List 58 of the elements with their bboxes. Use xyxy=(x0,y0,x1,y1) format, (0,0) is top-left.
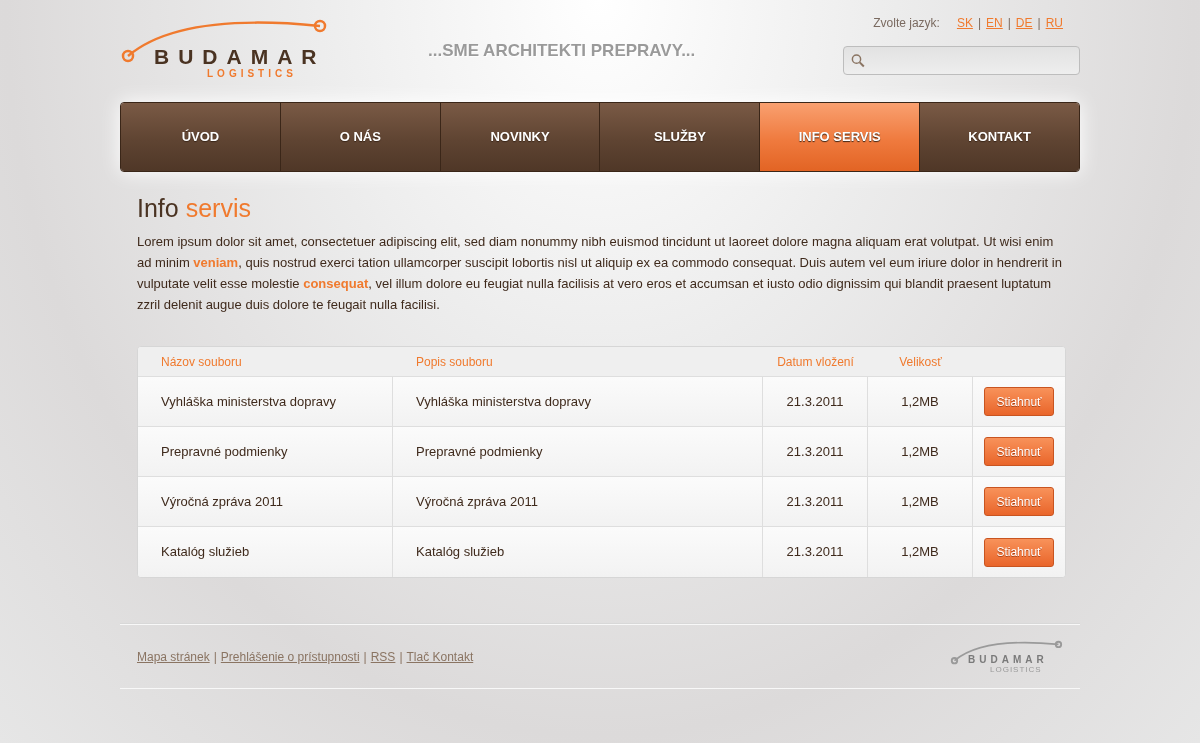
nav-tab[interactable]: SLUŽBY xyxy=(600,103,761,171)
column-header: Datum vložení xyxy=(776,353,855,371)
logo-name: BUDAMAR xyxy=(968,654,1048,665)
table-cell-text: Vyhláška ministerstva dopravy xyxy=(416,392,592,411)
table-cell-text: 21.3.2011 xyxy=(786,442,844,461)
language-link[interactable]: EN xyxy=(986,14,1003,32)
nav-tab[interactable]: ÚVOD xyxy=(121,103,281,171)
separator: | xyxy=(213,648,217,666)
table-cell-text: 1,2MB xyxy=(901,392,939,411)
table-cell-text: 1,2MB xyxy=(901,543,939,562)
nav-tab[interactable]: KONTAKT xyxy=(920,103,1079,171)
table-cell-text: Katalóg služieb xyxy=(161,543,250,562)
column-header: Popis souboru xyxy=(415,353,494,371)
logo[interactable]: BUDAMAR LOGISTICS xyxy=(120,16,330,80)
footer-link[interactable]: Mapa stránek xyxy=(137,647,210,666)
table-cell-text: Výročná zpráva 2011 xyxy=(416,492,538,511)
search-field[interactable] xyxy=(843,46,1080,75)
nav-tab[interactable]: O NÁS xyxy=(280,103,441,171)
separator: | xyxy=(363,648,367,666)
logo-name: BUDAMAR xyxy=(154,46,326,67)
footer-link[interactable]: Prehlášenie o prístupnosti xyxy=(220,647,360,666)
table-cell-text: Prepravné podmienky xyxy=(416,442,543,461)
column-header: Velikosť xyxy=(898,353,943,371)
footer-link[interactable]: RSS xyxy=(370,647,396,666)
search-icon xyxy=(851,52,866,69)
logo-subtitle: LOGISTICS xyxy=(207,69,297,79)
separator: | xyxy=(1007,15,1011,32)
table-cell-text: 1,2MB xyxy=(901,492,939,511)
language-link[interactable]: DE xyxy=(1015,14,1033,32)
table-cell-text: 21.3.2011 xyxy=(786,543,844,562)
footer-link[interactable]: Tlač Kontakt xyxy=(406,647,474,666)
download-button[interactable]: Stiahnuť xyxy=(984,437,1054,466)
column-header: Názov souboru xyxy=(160,353,243,371)
table-cell-text: 1,2MB xyxy=(901,442,939,461)
separator: | xyxy=(977,15,982,32)
page-title: Info xyxy=(137,194,179,222)
download-button[interactable]: Stiahnuť xyxy=(984,487,1054,516)
separator: | xyxy=(399,648,403,666)
intro-paragraph: Lorem ipsum dolor sit amet, consectetuer adipiscing elit, sed diam nonummy nibh euismod tincidunt ut laoreet dolore magna aliquam erat volutpat. Ut wisi enim ad minim veniam, quis nostrud exerci tation ullamcorper suscipit lobortis nisl ut aliquip ex ea commodo consequat. Duis autem vel eum iriure dolor in hendrerit in vulputate velit esse molestie consequat, vel illum dolore eu feugiat nulla facilisis at vero eros et accumsan et iusto odio dignissim qui blandit praesent luptatum zzril delenit augue duis dolore te feugait nulla facilisi. xyxy=(137,233,1063,314)
logo-subtitle: LOGISTICS xyxy=(990,665,1042,674)
table-cell-text: 21.3.2011 xyxy=(786,392,844,411)
download-button[interactable]: Stiahnuť xyxy=(984,537,1054,567)
table-cell-text: 21.3.2011 xyxy=(786,492,844,511)
logo[interactable]: BUDAMAR LOGISTICS xyxy=(950,638,1064,675)
table-cell-text: Prepravné podmienky xyxy=(161,442,288,461)
table-cell-text: Vyhláška ministerstva dopravy xyxy=(161,392,337,411)
language-link[interactable]: SK xyxy=(956,14,973,32)
separator: | xyxy=(1037,15,1041,32)
logo-arc-icon xyxy=(950,638,1064,665)
language-link[interactable]: RU xyxy=(1045,14,1063,32)
table-cell-text: Výročná zpráva 2011 xyxy=(161,492,283,511)
nav-tab[interactable]: INFO SERVIS xyxy=(760,103,921,171)
language-label: Zvolte jazyk: xyxy=(873,15,940,32)
page-title-accent: servis xyxy=(185,194,251,222)
table-cell-text: Katalóg služieb xyxy=(416,543,505,562)
nav-tab[interactable]: NOVINKY xyxy=(440,103,601,171)
download-button[interactable]: Stiahnuť xyxy=(984,387,1054,416)
tagline: ...SME ARCHITEKTI PREPRAVY... xyxy=(428,40,696,62)
